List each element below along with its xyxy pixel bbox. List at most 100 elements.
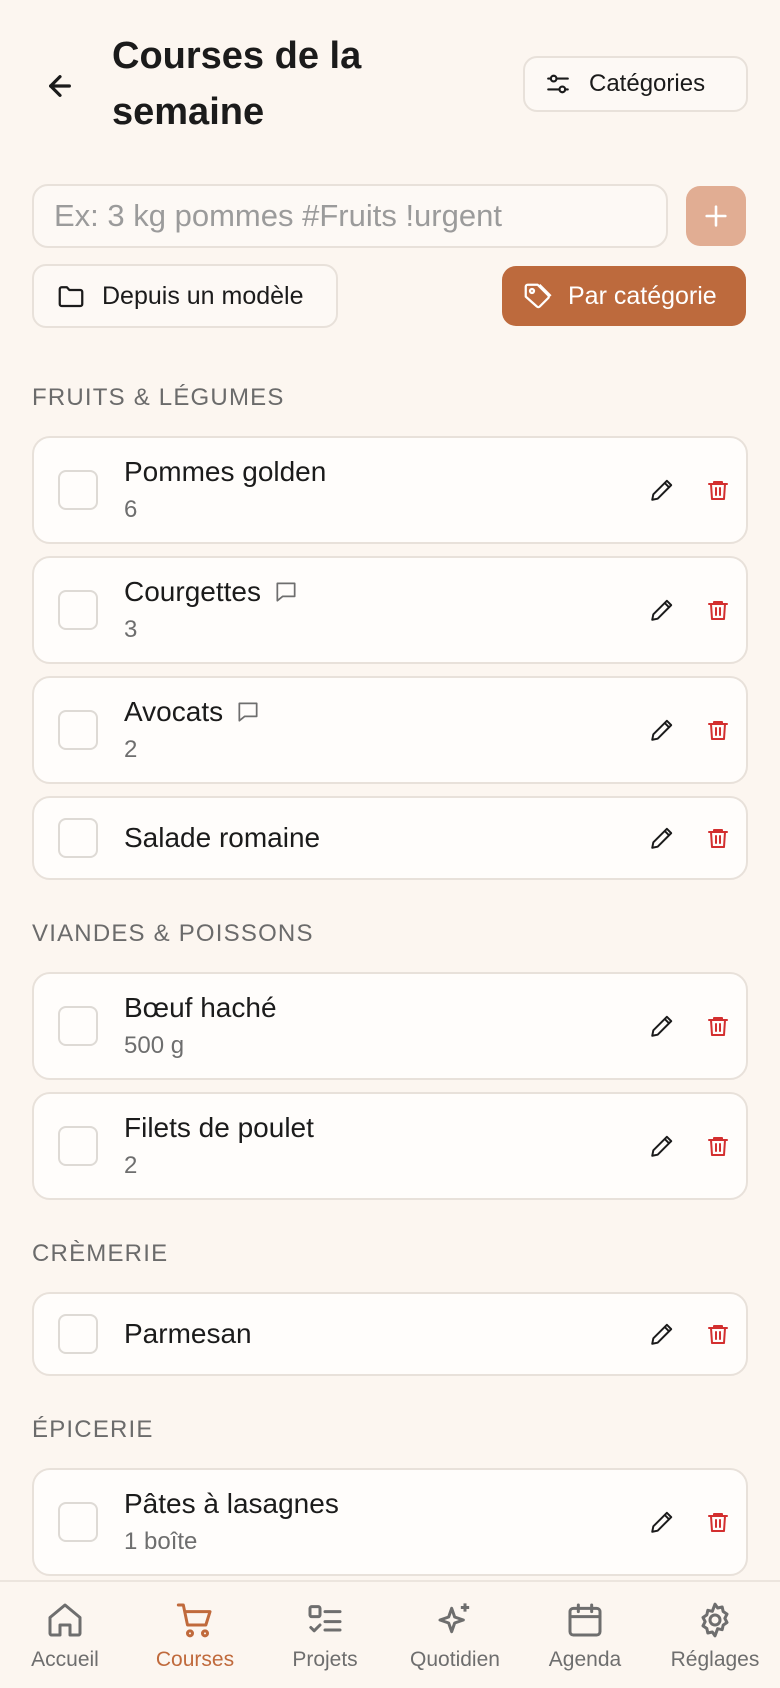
categories-button-label: Catégories — [589, 70, 706, 97]
list-item: Pommes golden 6 — [32, 436, 748, 544]
delete-button[interactable] — [698, 710, 738, 750]
pencil-icon — [651, 599, 673, 621]
pencil-icon — [651, 1511, 673, 1533]
calendar-icon — [568, 1603, 602, 1637]
item-checkbox[interactable] — [58, 710, 98, 750]
from-template-label: Depuis un modèle — [102, 281, 304, 310]
item-name: Pâtes à lasagnes — [124, 1488, 339, 1519]
nav-label: Accueil — [31, 1648, 99, 1671]
trash-icon — [708, 601, 728, 620]
list-item: Pâtes à lasagnes 1 boîte — [32, 1468, 748, 1576]
back-button[interactable] — [36, 62, 84, 110]
list-item: Bœuf haché 500 g — [32, 972, 748, 1080]
edit-button[interactable] — [642, 1502, 682, 1542]
cart-icon — [176, 1603, 212, 1638]
edit-button[interactable] — [642, 470, 682, 510]
delete-button[interactable] — [698, 1006, 738, 1046]
app: Courses de la semaine Catégories Depuis … — [0, 0, 780, 1688]
home-icon — [48, 1603, 82, 1637]
list-item: Avocats 2 — [32, 676, 748, 784]
edit-button[interactable] — [642, 1314, 682, 1354]
trash-icon — [708, 1513, 728, 1532]
comment-icon — [238, 702, 258, 722]
categories-button[interactable]: Catégories — [523, 56, 748, 112]
comment-icon — [276, 582, 296, 602]
nav-item-projets[interactable]: Projets — [260, 1582, 390, 1688]
delete-button[interactable] — [698, 1126, 738, 1166]
nav-label: Agenda — [548, 1648, 622, 1671]
pencil-icon — [651, 1135, 673, 1157]
add-item-button[interactable] — [686, 186, 746, 246]
sliders-icon — [547, 74, 569, 94]
pencil-icon — [651, 827, 673, 849]
delete-button[interactable] — [698, 470, 738, 510]
section-title: ÉPICERIE — [32, 1416, 154, 1443]
nav-item-agenda[interactable]: Agenda — [520, 1582, 650, 1688]
trash-icon — [708, 1137, 728, 1156]
nav-item-accueil[interactable]: Accueil — [0, 1582, 130, 1688]
list-item: Salade romaine — [32, 796, 748, 880]
trash-icon — [708, 721, 728, 740]
item-checkbox[interactable] — [58, 1314, 98, 1354]
bottom-nav: Accueil Courses Projets Quotidien Agenda… — [0, 1580, 780, 1688]
page-title: Courses de la semaine — [112, 35, 362, 133]
delete-button[interactable] — [698, 1502, 738, 1542]
delete-button[interactable] — [698, 818, 738, 858]
nav-label: Projets — [292, 1648, 358, 1671]
by-category-button[interactable]: Par catégorie — [502, 266, 746, 326]
tag-icon — [524, 283, 552, 309]
nav-label: Quotidien — [410, 1648, 500, 1671]
by-category-label: Par catégorie — [568, 281, 717, 310]
delete-button[interactable] — [698, 1314, 738, 1354]
nav-label: Réglages — [670, 1648, 760, 1671]
pencil-icon — [651, 479, 673, 501]
checklist-icon — [308, 1605, 342, 1633]
item-checkbox[interactable] — [58, 470, 98, 510]
pencil-icon — [651, 719, 673, 741]
trash-icon — [708, 1325, 728, 1344]
folder-icon — [58, 286, 84, 308]
sparkles-icon — [438, 1603, 470, 1634]
section-title: VIANDES & POISSONS — [32, 920, 314, 947]
trash-icon — [708, 481, 728, 500]
item-name: Pommes golden — [124, 456, 327, 487]
trash-icon — [708, 829, 728, 848]
delete-button[interactable] — [698, 590, 738, 630]
item-checkbox[interactable] — [58, 1502, 98, 1542]
list-item: Filets de poulet 2 — [32, 1092, 748, 1200]
pencil-icon — [651, 1323, 673, 1345]
item-quantity: 3 — [124, 616, 138, 643]
item-name: Parmesan — [124, 1318, 252, 1349]
pencil-icon — [651, 1015, 673, 1037]
header: Courses de la semaine Catégories — [0, 0, 780, 160]
nav-item-quotidien[interactable]: Quotidien — [390, 1582, 520, 1688]
item-name: Filets de poulet — [124, 1112, 314, 1143]
item-quantity: 6 — [124, 496, 138, 523]
section-title: FRUITS & LÉGUMES — [32, 384, 285, 411]
nav-label: Courses — [155, 1648, 235, 1671]
item-checkbox[interactable] — [58, 818, 98, 858]
nav-item-reglages[interactable]: Réglages — [650, 1582, 780, 1688]
edit-button[interactable] — [642, 818, 682, 858]
edit-button[interactable] — [642, 590, 682, 630]
edit-button[interactable] — [642, 1126, 682, 1166]
edit-button[interactable] — [642, 710, 682, 750]
edit-button[interactable] — [642, 1006, 682, 1046]
add-item-input[interactable] — [32, 184, 668, 248]
from-template-button[interactable]: Depuis un modèle — [32, 264, 338, 328]
nav-item-courses[interactable]: Courses — [130, 1582, 260, 1688]
item-checkbox[interactable] — [58, 590, 98, 630]
item-name: Bœuf haché — [124, 992, 277, 1023]
item-checkbox[interactable] — [58, 1126, 98, 1166]
arrow-left-icon — [49, 75, 71, 97]
list-item: Parmesan — [32, 1292, 748, 1376]
item-quantity: 2 — [124, 1152, 138, 1179]
item-name: Salade romaine — [124, 822, 321, 853]
list-item: Courgettes 3 — [32, 556, 748, 664]
item-checkbox[interactable] — [58, 1006, 98, 1046]
section-title: CRÈMERIE — [32, 1240, 169, 1267]
trash-icon — [708, 1017, 728, 1036]
item-name: Courgettes — [124, 576, 299, 608]
gear-icon — [701, 1602, 729, 1638]
item-quantity: 500 g — [124, 1032, 185, 1059]
